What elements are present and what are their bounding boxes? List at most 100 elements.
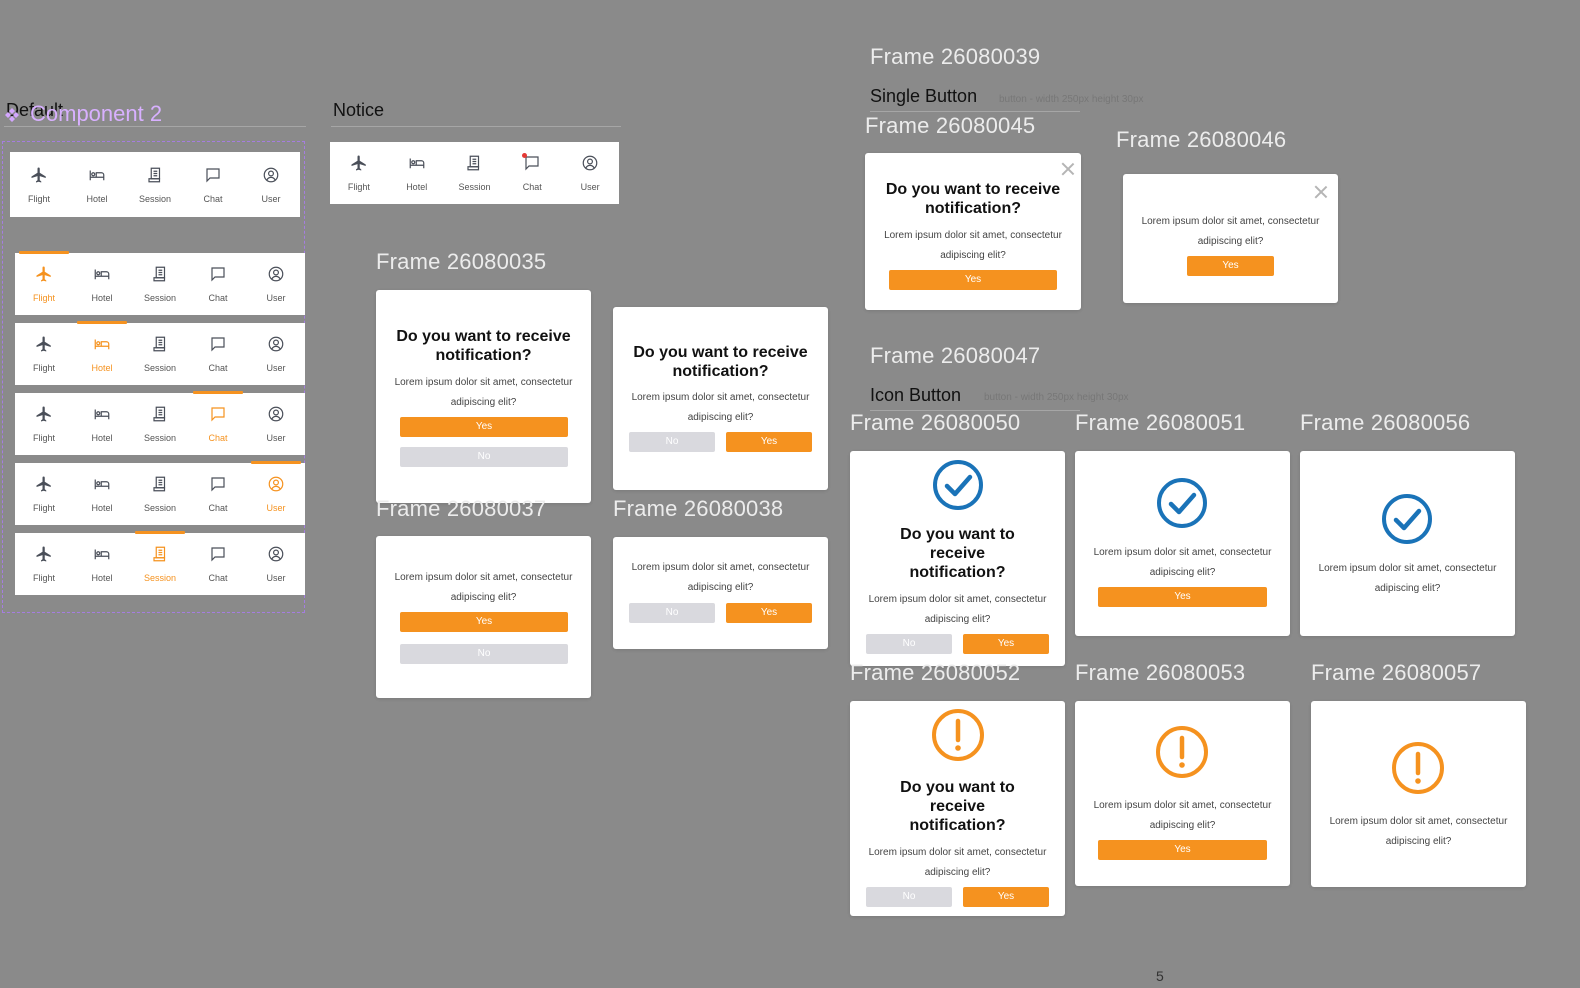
yes-button[interactable]: Yes: [726, 603, 812, 623]
nav-item-session[interactable]: Session: [126, 152, 184, 217]
nav-item-flight[interactable]: Flight: [10, 152, 68, 217]
nav-item-chat[interactable]: Chat: [189, 323, 247, 385]
navbar-user-active: Flight Hotel Session Chat User: [15, 461, 305, 525]
nav-item-label: Chat: [208, 503, 228, 513]
nav-item-flight[interactable]: Flight: [15, 393, 73, 455]
chat-icon: [209, 405, 227, 428]
chat-icon: [209, 335, 227, 358]
nav-item-flight[interactable]: Flight: [15, 463, 73, 525]
nav-item-chat[interactable]: Chat: [184, 152, 242, 217]
nav-item-hotel[interactable]: Hotel: [73, 393, 131, 455]
navbar-notice: Flight Hotel Session Chat User: [330, 142, 619, 204]
nav-item-label: User: [266, 573, 286, 583]
nav-item-hotel[interactable]: Hotel: [73, 253, 131, 315]
nav-item-label: Hotel: [91, 503, 113, 513]
navbar-session-active: Flight Hotel Session Chat User: [15, 531, 305, 595]
nav-item-user[interactable]: User: [247, 393, 305, 455]
nav-item-session[interactable]: Session: [131, 393, 189, 455]
nav-item-hotel[interactable]: Hotel: [73, 321, 131, 385]
component-icon: [4, 107, 20, 123]
yes-button[interactable]: Yes: [1187, 256, 1274, 276]
nav-item-hotel[interactable]: Hotel: [73, 533, 131, 595]
frame-label-46: Frame 26080046: [1116, 127, 1287, 152]
nav-item-hotel[interactable]: Hotel: [388, 142, 446, 204]
nav-item-user[interactable]: User: [561, 142, 619, 204]
plane-icon: [35, 265, 53, 288]
nav-item-label: Flight: [32, 573, 55, 583]
user-icon: [267, 475, 285, 498]
plane-icon: [35, 405, 53, 428]
bed-icon: [93, 335, 111, 358]
nav-item-chat[interactable]: Chat: [189, 253, 247, 315]
frame-label-37: Frame 26080037: [376, 496, 547, 521]
yes-button[interactable]: Yes: [889, 270, 1057, 290]
nav-item-session[interactable]: Session: [131, 463, 189, 525]
dialog-frame-52: Do you want to receive notification? Lorem…: [850, 701, 1065, 916]
nav-item-chat[interactable]: Chat: [189, 391, 247, 455]
nav-item-session[interactable]: Session: [131, 253, 189, 315]
plane-icon: [35, 475, 53, 498]
yes-button[interactable]: Yes: [1098, 840, 1267, 860]
close-icon[interactable]: [1061, 162, 1075, 176]
nav-item-session[interactable]: Session: [131, 323, 189, 385]
no-button[interactable]: No: [629, 603, 715, 623]
bed-icon: [93, 405, 111, 428]
nav-item-user[interactable]: User: [242, 152, 300, 217]
nav-item-chat[interactable]: Chat: [189, 463, 247, 525]
nav-item-label: Hotel: [86, 193, 108, 204]
nav-item-session[interactable]: Session: [131, 531, 189, 595]
nav-item-chat[interactable]: Chat: [189, 533, 247, 595]
dialog-frame-37: Lorem ipsum dolor sit amet, consectetur a…: [376, 536, 591, 698]
no-button[interactable]: No: [400, 644, 568, 664]
active-indicator: [77, 321, 127, 324]
yes-button[interactable]: Yes: [1098, 587, 1267, 607]
warning-circle-icon: [1392, 742, 1444, 794]
nav-item-label: Flight: [32, 363, 55, 373]
nav-item-flight[interactable]: Flight: [15, 323, 73, 385]
dialog-frame-56: Lorem ipsum dolor sit amet, consectetur a…: [1300, 451, 1515, 636]
nav-item-label: Session: [143, 573, 177, 583]
nav-item-label: Flight: [32, 433, 55, 443]
nav-item-chat[interactable]: Chat: [503, 142, 561, 204]
check-circle-icon: [933, 460, 983, 510]
yes-button[interactable]: Yes: [963, 634, 1049, 654]
yes-button[interactable]: Yes: [400, 612, 568, 632]
check-circle-icon: [1157, 478, 1207, 528]
dialog-body: Lorem ipsum dolor sit amet, consectetur a…: [394, 377, 573, 408]
nav-item-user[interactable]: User: [247, 533, 305, 595]
close-icon[interactable]: [1314, 185, 1328, 199]
navbar-flight-active: Flight Hotel Session Chat User: [15, 251, 305, 315]
dialog-frame-53: Lorem ipsum dolor sit amet, consectetur a…: [1075, 701, 1290, 886]
no-button[interactable]: No: [866, 887, 952, 907]
dialog-body: Lorem ipsum dolor sit amet, consectetur a…: [1093, 547, 1272, 578]
frame-label-38: Frame 26080038: [613, 496, 784, 521]
dialog-title: Do you want to receive notification?: [900, 779, 1015, 834]
no-button[interactable]: No: [400, 447, 568, 467]
nav-item-flight[interactable]: Flight: [15, 251, 73, 315]
nav-item-user[interactable]: User: [247, 253, 305, 315]
nav-item-label: User: [580, 182, 600, 192]
nav-item-flight[interactable]: Flight: [15, 533, 73, 595]
dialog-frame-45: Do you want to receive notification? Lore…: [865, 153, 1081, 310]
nav-item-user[interactable]: User: [247, 461, 305, 525]
dialog-frame-51: Lorem ipsum dolor sit amet, consectetur a…: [1075, 451, 1290, 636]
user-icon: [267, 405, 285, 428]
frame-label-52: Frame 26080052: [850, 660, 1021, 685]
nav-item-session[interactable]: Session: [446, 142, 504, 204]
session-icon: [151, 475, 169, 498]
no-button[interactable]: No: [866, 634, 952, 654]
nav-item-hotel[interactable]: Hotel: [73, 463, 131, 525]
dialog-title: Do you want to receive notification?: [900, 526, 1015, 581]
nav-item-label: Chat: [203, 193, 223, 204]
dialog-body: Lorem ipsum dolor sit amet, consectetur a…: [1329, 816, 1508, 847]
no-button[interactable]: No: [629, 432, 715, 452]
nav-item-flight[interactable]: Flight: [330, 142, 388, 204]
user-icon: [267, 265, 285, 288]
yes-button[interactable]: Yes: [400, 417, 568, 437]
nav-item-hotel[interactable]: Hotel: [68, 152, 126, 217]
nav-item-label: Session: [143, 363, 177, 373]
nav-item-user[interactable]: User: [247, 323, 305, 385]
yes-button[interactable]: Yes: [963, 887, 1049, 907]
navbar-chat-active: Flight Hotel Session Chat User: [15, 391, 305, 455]
yes-button[interactable]: Yes: [726, 432, 812, 452]
